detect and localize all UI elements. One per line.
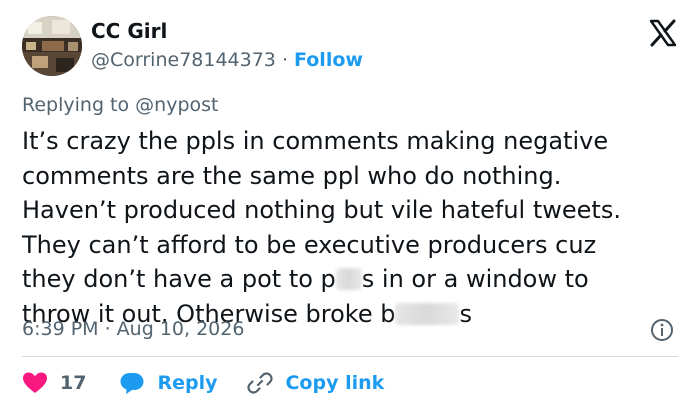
tweet-text: It’s crazy the ppls in comments making n… xyxy=(22,124,682,331)
tweet-line: It’s crazy the ppls in comments making n… xyxy=(22,127,609,155)
tweet-line: comments are the same ppl who do nothing… xyxy=(22,161,562,190)
avatar[interactable] xyxy=(22,16,82,76)
separator-dot: · xyxy=(281,49,288,71)
tweet-line: they don’t have a pot to p s in or a wind… xyxy=(22,262,682,297)
tweet-card: CC Girl @Corrine78144373 · Follow Replyi… xyxy=(0,0,700,410)
link-icon xyxy=(247,370,274,396)
like-count: 17 xyxy=(60,372,87,394)
x-logo-icon[interactable] xyxy=(648,18,678,48)
divider xyxy=(22,356,678,357)
tweet-line: Haven’t produced nothing but vile hatefu… xyxy=(22,196,621,224)
replying-to-label: Replying to xyxy=(22,94,130,116)
tweet-line-part: s xyxy=(459,299,472,328)
reply-label: Reply xyxy=(157,372,218,394)
copy-link-label: Copy link xyxy=(285,372,385,394)
speech-bubble-icon xyxy=(119,371,145,395)
censor-blur xyxy=(335,268,362,290)
handle-row: @Corrine78144373 · Follow xyxy=(91,47,363,73)
copy-link-button[interactable]: Copy link xyxy=(247,370,384,396)
user-handle[interactable]: @Corrine78144373 xyxy=(91,49,276,71)
tweet-line: They can’t afford to be executive produc… xyxy=(22,230,597,259)
timestamp[interactable]: 6:39 PM · Aug 10, 2026 xyxy=(22,316,244,342)
action-bar: 17 Reply Copy link xyxy=(22,368,384,398)
reply-mention-link[interactable]: @nypost xyxy=(135,94,218,116)
follow-button[interactable]: Follow xyxy=(294,49,363,71)
replying-to: Replying to @nypost xyxy=(22,92,219,118)
display-name[interactable]: CC Girl xyxy=(91,18,167,44)
censor-blur xyxy=(395,302,460,325)
heart-icon xyxy=(22,371,48,395)
tweet-line-part: they don’t have a pot to p xyxy=(22,265,336,293)
like-button[interactable]: 17 xyxy=(22,371,86,395)
tweet-line-part: s in or a window to xyxy=(361,265,589,293)
reply-button[interactable]: Reply xyxy=(119,371,217,395)
info-icon[interactable] xyxy=(650,318,674,342)
